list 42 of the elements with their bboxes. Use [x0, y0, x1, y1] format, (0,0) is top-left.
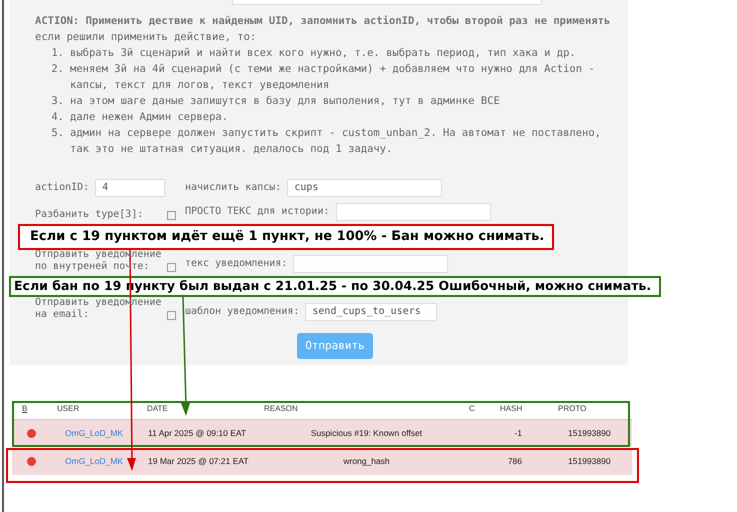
field-label: ПРОСТО ТЕКС для истории: [185, 205, 330, 219]
input-field[interactable]: send_cups_to_users [305, 303, 438, 321]
checkbox[interactable] [167, 311, 176, 320]
checkbox[interactable] [167, 211, 176, 220]
column-header: B [21, 402, 28, 414]
field-label: текс уведомления: [185, 257, 288, 271]
column-header: USER [57, 402, 80, 414]
field-label: начислить капсы: [185, 181, 282, 195]
column-header: DATE [147, 402, 169, 414]
step-number: 2. [50, 62, 65, 77]
step-text: на этом шаге даные запишутся в базу для выполения, тут в админке ВСЕ [70, 94, 501, 109]
reason-cell-text: Suspicious #19: Known offset [310, 427, 424, 440]
intro-text: если решили применить действие, то: [35, 30, 258, 45]
step-number: 1. [50, 46, 65, 61]
field-label: Разбанить type[3]: [35, 209, 144, 221]
input-field[interactable]: 4 [95, 179, 166, 197]
step-text: выбрать 3й сценарий и найти всех кого нужно, т.е. выбрать период, тип хака и др. [70, 46, 577, 61]
step-number: 5. [50, 126, 65, 141]
column-header: REASON [264, 402, 299, 414]
column-header: PROTO [558, 402, 588, 414]
heading: ACTION: Применить дествие к найденым UID, запомнить actionID, чтобы второй раз не применять [35, 14, 612, 29]
proto-cell-text: 151993890 [567, 455, 612, 468]
date-cell-text: 11 Apr 2025 @ 09:10 EAT [147, 427, 248, 440]
step-text: дале нежен Админ сервера. [70, 110, 230, 125]
field-label: шаблон уведомления: [185, 305, 300, 319]
checkbox[interactable] [167, 263, 176, 272]
hash-cell-text: -1 [513, 427, 523, 440]
reason-cell-text: wrong_hash [342, 455, 391, 468]
hash-cell-text: 786 [506, 455, 523, 468]
step-number: 3. [50, 94, 65, 109]
field-label: actionID: [35, 181, 90, 195]
input-field[interactable] [293, 255, 448, 273]
proto-cell-text: 151993890 [567, 427, 612, 440]
step-text: админ на сервере должен запустить скрипт - custom_unban_2. На автомат не поставлено, так это не штатная ситуация. делалось под 1 задачу. [70, 126, 602, 157]
input-field[interactable] [232, 0, 542, 5]
step-number: 4. [50, 110, 65, 125]
date-cell-text: 19 Mar 2025 @ 07:21 EAT [147, 455, 250, 468]
input-field[interactable]: cups [287, 179, 442, 197]
input-field[interactable] [336, 203, 490, 221]
callout-text: Если с 19 пунктом идёт ещё 1 пункт, не 100% - Бан можно снимать. [30, 228, 544, 246]
column-header: HASH [500, 402, 524, 414]
column-header: C [469, 402, 476, 414]
